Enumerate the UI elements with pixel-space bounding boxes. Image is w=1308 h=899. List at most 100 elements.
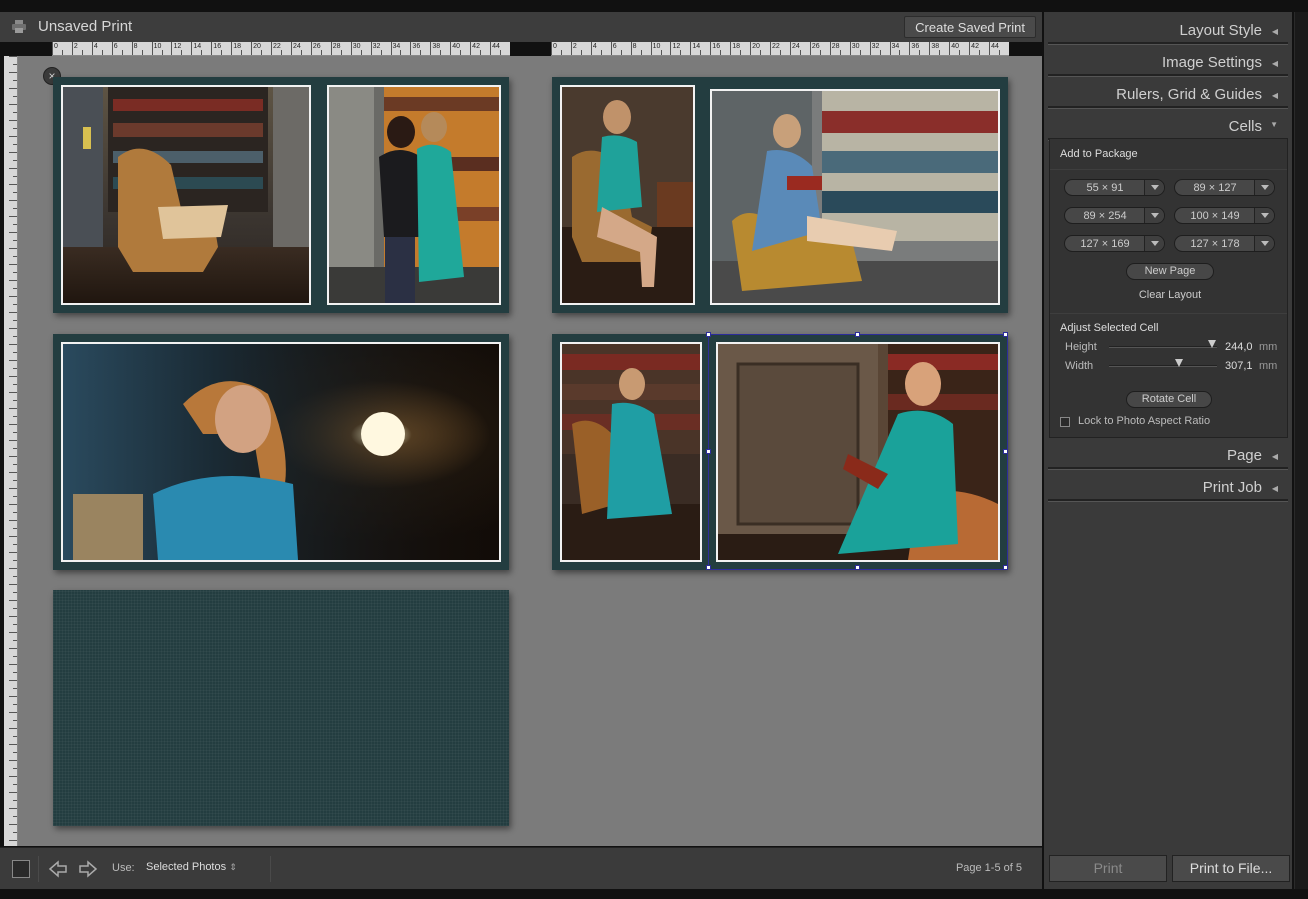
resize-handle[interactable] — [855, 332, 860, 337]
triangle-left-icon: ◀ — [1271, 452, 1278, 461]
photo-cell-chair-room[interactable] — [61, 85, 311, 305]
photo-cell-seated-library[interactable] — [560, 342, 702, 562]
ruler-tick — [300, 50, 302, 55]
resize-handle[interactable] — [706, 332, 711, 337]
ruler-tick — [9, 456, 17, 457]
page-4[interactable] — [552, 332, 1008, 570]
size-button-89x254[interactable]: 89 × 254 — [1064, 207, 1165, 224]
ruler-tick — [770, 42, 772, 55]
width-value[interactable]: 307,1 — [1225, 360, 1253, 372]
chevron-down-icon[interactable] — [1144, 236, 1164, 251]
ruler-tick-label: 24 — [791, 43, 800, 50]
resize-handle[interactable] — [855, 565, 860, 570]
chevron-down-icon[interactable] — [1254, 180, 1274, 195]
section-print-job[interactable]: Print Job ◀ — [1044, 471, 1292, 502]
resize-handle[interactable] — [706, 449, 711, 454]
size-button-89x127[interactable]: 89 × 127 — [1174, 179, 1275, 196]
photo-image — [712, 91, 998, 303]
ruler-tick — [13, 128, 17, 129]
show-filmstrip-toggle[interactable] — [12, 860, 30, 878]
ruler-tick — [151, 42, 153, 55]
ruler-tick — [380, 50, 382, 55]
ruler-tick — [13, 304, 17, 305]
ruler-tick — [730, 42, 732, 55]
clear-layout-button[interactable]: Clear Layout — [1126, 289, 1214, 301]
ruler-tick — [9, 328, 17, 329]
section-image-settings[interactable]: Image Settings ◀ — [1044, 46, 1292, 77]
width-slider-thumb[interactable] — [1175, 359, 1184, 367]
ruler-tick-label: 30 — [851, 43, 860, 50]
ruler-tick — [929, 42, 931, 55]
page-1[interactable] — [53, 77, 509, 313]
rotate-cell-button[interactable]: Rotate Cell — [1126, 391, 1212, 408]
ruler-tick — [13, 352, 17, 353]
ruler-tick — [13, 336, 17, 337]
chevron-down-icon[interactable] — [1254, 236, 1274, 251]
ruler-tick — [9, 72, 17, 73]
ruler-tick — [959, 50, 961, 55]
ruler-tick — [9, 520, 17, 521]
ruler-tick — [9, 824, 17, 825]
updown-icon: ⇕ — [229, 862, 237, 872]
size-button-55x91[interactable]: 55 × 91 — [1064, 179, 1165, 196]
height-slider-thumb[interactable] — [1207, 340, 1216, 348]
ruler-tick-label: 0 — [553, 43, 557, 50]
photo-cell-lamp-portrait[interactable] — [61, 342, 501, 562]
page-2[interactable] — [552, 77, 1008, 313]
size-button-127x169[interactable]: 127 × 169 — [1064, 235, 1165, 252]
section-divider — [1048, 499, 1288, 502]
section-page[interactable]: Page ◀ — [1044, 439, 1292, 470]
ruler-tick — [13, 512, 17, 513]
create-saved-print-button[interactable]: Create Saved Print — [904, 16, 1036, 38]
ruler-tick — [9, 424, 17, 425]
ruler-tick-label: 28 — [831, 43, 840, 50]
ruler-tick — [13, 720, 17, 721]
ruler-tick — [13, 400, 17, 401]
section-rulers-grid-guides[interactable]: Rulers, Grid & Guides ◀ — [1044, 78, 1292, 109]
ruler-tick-label: 14 — [692, 43, 701, 50]
ruler-tick — [460, 50, 462, 55]
chevron-down-icon[interactable] — [1254, 208, 1274, 223]
ruler-tick — [13, 96, 17, 97]
ruler-tick — [9, 104, 17, 105]
size-button-100x149[interactable]: 100 × 149 — [1174, 207, 1275, 224]
lock-aspect-checkbox[interactable] — [1060, 417, 1070, 427]
height-slider[interactable] — [1109, 340, 1217, 348]
chevron-down-icon[interactable] — [1144, 180, 1164, 195]
height-value[interactable]: 244,0 — [1225, 341, 1253, 353]
resize-handle[interactable] — [706, 565, 711, 570]
section-cells[interactable]: Cells ▼ — [1044, 110, 1292, 141]
print-canvas: × — [18, 56, 1042, 846]
ruler-tick — [9, 840, 17, 841]
ruler-tick — [819, 50, 821, 55]
arrow-left-icon[interactable] — [48, 859, 68, 879]
page-3[interactable] — [53, 334, 509, 570]
size-button-127x178[interactable]: 127 × 178 — [1174, 235, 1275, 252]
use-selector[interactable]: Selected Photos ⇕ — [146, 861, 237, 873]
resize-handle[interactable] — [1003, 565, 1008, 570]
section-title: Layout Style — [1179, 22, 1262, 39]
arrow-right-icon[interactable] — [78, 859, 98, 879]
photo-cell-reading-library[interactable] — [710, 89, 1000, 305]
ruler-tick — [939, 50, 941, 55]
photo-cell-two-women[interactable] — [327, 85, 501, 305]
ruler-tick — [9, 680, 17, 681]
photo-image — [63, 344, 499, 560]
panel-scrollbar[interactable] — [1294, 12, 1308, 889]
new-page-button[interactable]: New Page — [1126, 263, 1214, 280]
resize-handle[interactable] — [1003, 332, 1008, 337]
section-title: Cells — [1228, 118, 1262, 135]
resize-handle[interactable] — [1003, 449, 1008, 454]
ruler-tick-label: 36 — [412, 43, 421, 50]
photo-cell-seated-chair[interactable] — [560, 85, 695, 305]
page-5-empty[interactable] — [53, 590, 509, 826]
ruler-tick — [9, 776, 17, 777]
print-to-file-button[interactable]: Print to File... — [1172, 855, 1290, 882]
width-slider[interactable] — [1109, 359, 1217, 367]
print-button[interactable]: Print — [1049, 855, 1167, 882]
ruler-tick — [9, 280, 17, 281]
adjust-selected-cell-title: Adjust Selected Cell — [1060, 322, 1159, 334]
chevron-down-icon[interactable] — [1144, 208, 1164, 223]
section-layout-style[interactable]: Layout Style ◀ — [1044, 14, 1292, 45]
ruler-tick-label: 6 — [113, 43, 118, 50]
